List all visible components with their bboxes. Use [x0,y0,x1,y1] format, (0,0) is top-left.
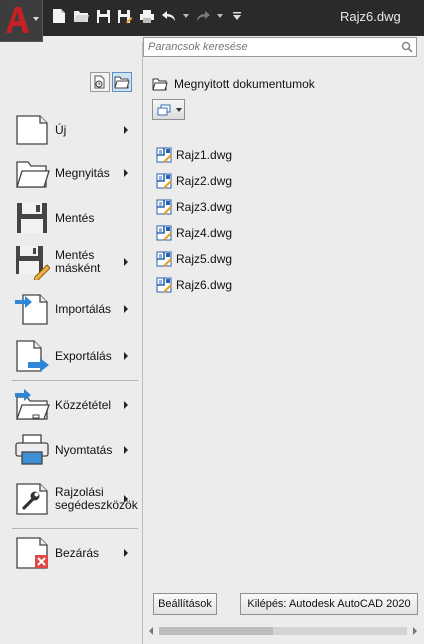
horizontal-scrollbar[interactable] [147,625,419,637]
menu-item-close[interactable]: Bezárás [14,535,134,571]
application-menu: Új Megnyitás Mentés Mentés másként Impor… [0,42,143,644]
search-placeholder: Parancsok keresése [148,41,248,53]
options-button[interactable]: Beállítások [153,593,217,615]
chevron-down-icon [176,107,182,112]
dwg-file-icon [156,199,172,215]
new-file-icon[interactable] [50,7,68,25]
dwg-file-icon [156,147,172,163]
menu-separator [12,380,138,381]
panel-title: Megnyitott dokumentumok [174,77,315,91]
document-item[interactable]: Rajz3.dwg [156,194,232,220]
submenu-arrow-icon [124,352,128,360]
undo-icon[interactable] [160,7,178,25]
save-as-icon [14,244,51,282]
window-title: Rajz6.dwg [340,9,401,24]
menu-item-save-as[interactable]: Mentés másként [14,244,134,282]
submenu-arrow-icon [124,126,128,134]
menu-item-label: Nyomtatás [55,442,113,457]
document-item[interactable]: Rajz5.dwg [156,246,232,272]
menu-item-label: Mentés másként [55,248,101,275]
customize-icon[interactable] [228,7,246,25]
view-toggles [90,72,132,92]
open-documents-header: Megnyitott dokumentumok [152,77,315,91]
open-folder-icon [152,78,168,90]
new-file-icon [14,112,50,148]
document-name: Rajz3.dwg [176,200,233,214]
menu-item-drawing-utilities[interactable]: Rajzolási segédeszközök [14,481,138,517]
document-name: Rajz5.dwg [176,252,233,266]
save-icon[interactable] [94,7,112,25]
view-options-dropdown[interactable] [152,99,185,120]
menu-item-label: Exportálás [55,348,112,363]
wrench-icon [14,481,50,517]
menu-item-label: Mentés [55,210,95,225]
close-document-icon [14,535,50,571]
title-bar: Rajz6.dwg [0,0,424,36]
submenu-arrow-icon [124,446,128,454]
menu-separator [12,528,138,529]
submenu-arrow-icon [124,305,128,313]
menu-item-label: Új [55,122,67,137]
menu-item-export[interactable]: Exportálás [14,338,134,374]
export-icon [14,338,50,374]
undo-dropdown-icon[interactable] [183,14,189,18]
menu-item-import[interactable]: Importálás [14,291,134,327]
dwg-file-icon [156,251,172,267]
search-input[interactable]: Parancsok keresése [143,37,417,57]
menu-item-label: Rajzolási segédeszközök [55,485,138,512]
search-icon[interactable] [401,41,413,56]
submenu-arrow-icon [124,401,128,409]
open-documents-list: Rajz1.dwg Rajz2.dwg Rajz3.dwg Rajz4.dwg … [156,142,232,298]
print-icon [14,432,50,468]
submenu-arrow-icon [124,169,128,177]
open-folder-icon [14,155,50,191]
open-folder-icon[interactable] [72,7,90,25]
document-item[interactable]: Rajz6.dwg [156,272,232,298]
menu-item-open[interactable]: Megnyitás [14,155,134,191]
print-icon[interactable] [138,7,156,25]
document-name: Rajz6.dwg [176,278,233,292]
document-item[interactable]: Rajz1.dwg [156,142,232,168]
exit-button[interactable]: Kilépés: Autodesk AutoCAD 2020 [240,593,418,615]
scroll-right-icon[interactable] [413,627,417,635]
submenu-arrow-icon [124,495,128,503]
dwg-file-icon [156,225,172,241]
import-icon [14,291,50,327]
submenu-arrow-icon [124,258,128,266]
quick-access-toolbar [50,7,246,25]
menu-item-label: Bezárás [55,545,100,560]
publish-icon [14,387,50,423]
recent-documents-toggle[interactable] [90,72,110,92]
open-documents-toggle[interactable] [112,72,132,92]
dwg-file-icon [156,173,172,189]
document-item[interactable]: Rajz4.dwg [156,220,232,246]
documents-panel: Megnyitott dokumentumok Rajz1.dwg Rajz2.… [143,60,424,644]
save-as-icon[interactable] [116,7,134,25]
document-name: Rajz2.dwg [176,174,233,188]
document-name: Rajz4.dwg [176,226,233,240]
dwg-file-icon [156,277,172,293]
scroll-left-icon[interactable] [149,627,153,635]
application-button[interactable] [0,0,43,42]
document-item[interactable]: Rajz2.dwg [156,168,232,194]
redo-dropdown-icon[interactable] [217,14,223,18]
autocad-logo-icon [6,7,29,33]
scrollbar-thumb[interactable] [159,627,273,635]
save-icon [14,200,50,236]
menu-item-save[interactable]: Mentés [14,200,134,236]
menu-item-publish[interactable]: Közzététel [14,387,134,423]
menu-item-print[interactable]: Nyomtatás [14,432,134,468]
submenu-arrow-icon [124,549,128,557]
menu-item-label: Megnyitás [55,165,110,180]
menu-item-label: Importálás [55,301,112,316]
documents-view-icon [157,104,171,115]
redo-icon[interactable] [194,7,212,25]
menu-item-label: Közzététel [55,397,112,412]
document-name: Rajz1.dwg [176,148,233,162]
chevron-down-icon [33,17,39,21]
menu-item-new[interactable]: Új [14,112,134,148]
